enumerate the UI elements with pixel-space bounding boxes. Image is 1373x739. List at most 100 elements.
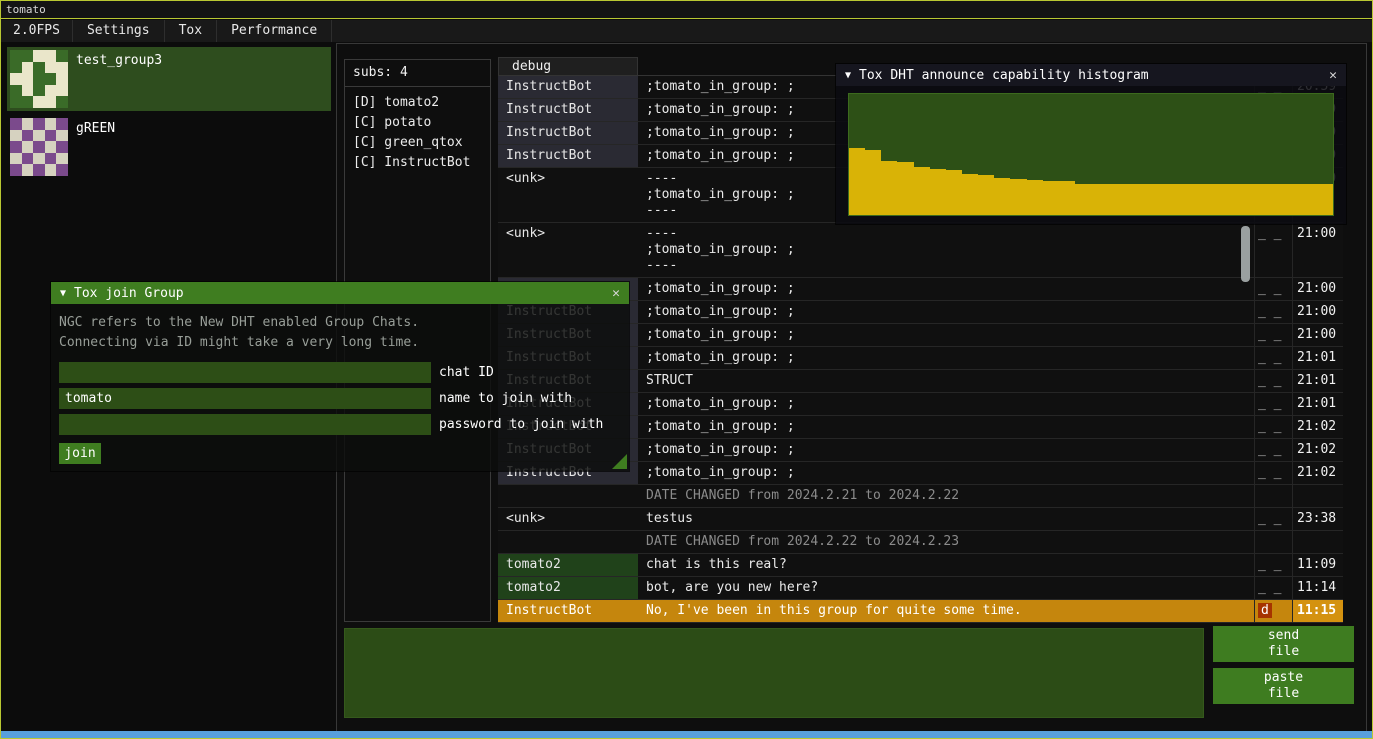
avatar-pixel — [10, 130, 22, 142]
window-titlebar: tomato — [1, 1, 1372, 19]
chat-message-row: tomato2bot, are you new here?_ _11:14 — [498, 577, 1343, 600]
avatar-pixel — [56, 62, 68, 74]
chat-text: ---- ;tomato_in_group: ; ---- — [638, 223, 1254, 277]
join-dialog-titlebar[interactable]: ▼ Tox join Group ✕ — [51, 282, 629, 304]
subs-header: subs: 4 — [345, 60, 490, 87]
chat-flags: _ _ — [1254, 439, 1292, 461]
avatar-pixel — [56, 164, 68, 176]
chat-flags: _ _ — [1254, 278, 1292, 300]
avatar-pixel — [33, 96, 45, 108]
group-avatar — [10, 118, 68, 176]
join-field-row: password to join with — [59, 414, 621, 435]
menu-item-settings[interactable]: Settings — [73, 20, 165, 42]
chat-sender[interactable]: <unk> — [498, 508, 638, 530]
group-name-label: gREEN — [76, 118, 115, 176]
chat-flags: _ _ — [1254, 577, 1292, 599]
chat-sender[interactable]: InstructBot — [498, 600, 638, 622]
send-file-button[interactable]: send file — [1213, 626, 1354, 662]
join-button[interactable]: join — [59, 443, 101, 464]
chat-sender[interactable] — [498, 485, 638, 507]
chat-text: testus — [638, 508, 1254, 530]
subs-member[interactable]: [C] potato — [353, 113, 482, 133]
avatar-pixel — [22, 73, 34, 85]
avatar-pixel — [56, 85, 68, 97]
histogram-bar — [914, 167, 930, 215]
join-field-input[interactable] — [59, 414, 431, 435]
menu-item-tox[interactable]: Tox — [165, 20, 217, 42]
message-input[interactable] — [344, 628, 1204, 718]
chat-scrollbar[interactable] — [1241, 226, 1250, 282]
chat-message-row: DATE CHANGED from 2024.2.22 to 2024.2.23 — [498, 531, 1343, 554]
chat-flag: _ _ — [1258, 396, 1281, 411]
chat-text: ;tomato_in_group: ; — [638, 347, 1254, 369]
chat-message-row: DATE CHANGED from 2024.2.21 to 2024.2.22 — [498, 485, 1343, 508]
avatar-pixel — [56, 130, 68, 142]
chat-sender[interactable]: InstructBot — [498, 122, 638, 144]
sidebar-group-test_group3[interactable]: test_group3 — [7, 47, 331, 111]
histogram-bar — [1027, 180, 1043, 215]
avatar-pixel — [22, 118, 34, 130]
chat-time: 21:00 — [1292, 278, 1343, 300]
avatar-pixel — [10, 50, 22, 62]
avatar-pixel — [22, 50, 34, 62]
avatar-pixel — [45, 130, 57, 142]
avatar-pixel — [22, 96, 34, 108]
sidebar-group-gREEN[interactable]: gREEN — [7, 115, 331, 179]
avatar-pixel — [56, 141, 68, 153]
chat-sender[interactable]: tomato2 — [498, 554, 638, 576]
group-list: test_group3 gREEN — [2, 47, 336, 179]
histogram-bar — [881, 161, 897, 215]
chat-sender[interactable]: InstructBot — [498, 76, 638, 98]
join-field-label: password to join with — [439, 414, 603, 435]
subs-member[interactable]: [D] tomato2 — [353, 93, 482, 113]
tab-debug[interactable]: debug — [498, 57, 638, 75]
paste-file-button[interactable]: paste file — [1213, 668, 1354, 704]
histogram-bar — [1043, 181, 1059, 215]
chat-time: 21:02 — [1292, 439, 1343, 461]
avatar-pixel — [33, 153, 45, 165]
avatar-pixel — [45, 85, 57, 97]
chat-text: DATE CHANGED from 2024.2.21 to 2024.2.22 — [638, 485, 1254, 507]
chat-sender[interactable]: tomato2 — [498, 577, 638, 599]
chat-sender[interactable] — [498, 531, 638, 553]
avatar-pixel — [45, 118, 57, 130]
subs-member[interactable]: [C] InstructBot — [353, 153, 482, 173]
chat-flags: _ _ — [1254, 370, 1292, 392]
chat-flag: _ _ — [1258, 350, 1281, 365]
avatar-pixel — [10, 96, 22, 108]
chat-flags: _ _ — [1254, 416, 1292, 438]
chat-time: 21:01 — [1292, 370, 1343, 392]
histogram-bar — [1156, 184, 1172, 215]
chat-time: 21:02 — [1292, 416, 1343, 438]
chat-sender[interactable]: <unk> — [498, 168, 638, 222]
close-icon[interactable]: ✕ — [1329, 68, 1337, 83]
chat-sender[interactable]: <unk> — [498, 223, 638, 277]
collapse-arrow-icon[interactable]: ▼ — [845, 70, 851, 81]
subs-member[interactable]: [C] green_qtox — [353, 133, 482, 153]
chat-flag: d — [1258, 603, 1272, 618]
chat-flags: _ _ — [1254, 393, 1292, 415]
histogram-bar — [1010, 179, 1026, 215]
chat-time: 21:02 — [1292, 462, 1343, 484]
chat-flag: _ _ — [1258, 557, 1281, 572]
histogram-window-titlebar[interactable]: ▼ Tox DHT announce capability histogram … — [836, 64, 1346, 86]
chat-sender[interactable]: InstructBot — [498, 145, 638, 167]
avatar-pixel — [45, 141, 57, 153]
avatar-pixel — [33, 62, 45, 74]
join-field-input[interactable] — [59, 388, 431, 409]
histogram-bar — [1075, 184, 1091, 215]
histogram-window-title: Tox DHT announce capability histogram — [859, 68, 1149, 83]
bottom-status-strip — [1, 731, 1372, 738]
close-icon[interactable]: ✕ — [612, 286, 620, 301]
chat-sender[interactable]: InstructBot — [498, 99, 638, 121]
menu-item-performance[interactable]: Performance — [217, 20, 332, 42]
resize-grip[interactable] — [612, 454, 627, 469]
avatar-pixel — [10, 118, 22, 130]
chat-flags — [1254, 531, 1292, 553]
chat-text: STRUCT — [638, 370, 1254, 392]
avatar-pixel — [33, 130, 45, 142]
join-field-row: name to join with — [59, 388, 621, 409]
join-field-input[interactable] — [59, 362, 431, 383]
chat-text: ;tomato_in_group: ; — [638, 416, 1254, 438]
collapse-arrow-icon[interactable]: ▼ — [60, 288, 66, 299]
